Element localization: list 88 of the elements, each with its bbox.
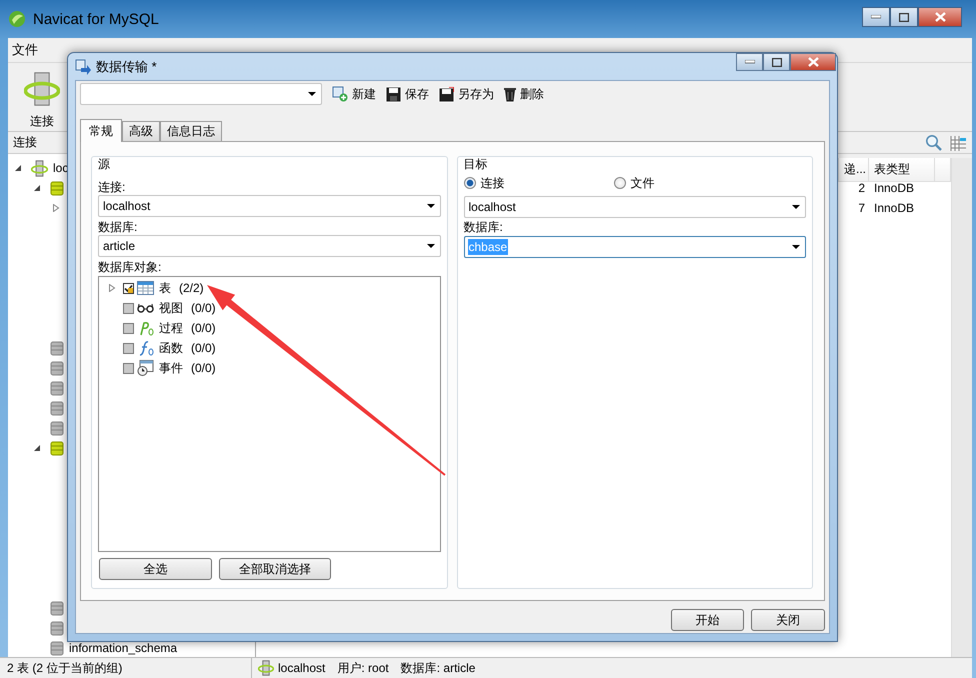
object-label[interactable]: 过程 xyxy=(159,320,183,336)
field-label: 连接: xyxy=(98,180,126,194)
calendar-clock-icon xyxy=(137,360,154,376)
caret-icon xyxy=(426,244,434,248)
checkbox[interactable] xyxy=(123,302,134,314)
caret-icon xyxy=(308,92,316,96)
object-count: (0/0) xyxy=(191,341,216,355)
status-database: 数据库: article xyxy=(400,660,476,676)
search-icon xyxy=(925,134,942,151)
object-label[interactable]: 表 xyxy=(159,280,171,296)
object-label[interactable]: 事件 xyxy=(159,360,183,376)
dialog-title: 数据传输 * xyxy=(96,58,157,76)
status-text: 2 表 (2 位于当前的组) xyxy=(7,660,124,676)
checkbox[interactable] xyxy=(123,282,134,294)
search-button[interactable] xyxy=(925,134,942,151)
object-label[interactable]: 视图 xyxy=(159,300,183,316)
tab[interactable]: 信息日志 xyxy=(160,121,222,141)
toolbar-button[interactable]: 保存 xyxy=(386,86,429,102)
maximize-icon xyxy=(772,58,782,66)
select-button[interactable]: 全部取消选择 xyxy=(219,558,331,580)
tree-item-label[interactable]: information_schema xyxy=(69,641,178,655)
close-icon xyxy=(808,57,818,67)
radio-button[interactable]: 文件 xyxy=(614,174,764,192)
pane-header: 连接 xyxy=(13,134,37,151)
table-icon xyxy=(137,281,154,295)
glasses-icon xyxy=(137,303,154,313)
minimize-button[interactable] xyxy=(736,53,763,71)
connect-button[interactable]: 连接 xyxy=(20,69,64,132)
minimize-button[interactable] xyxy=(862,7,890,27)
maximize-button[interactable] xyxy=(763,53,790,71)
radio-button[interactable]: 连接 xyxy=(464,174,614,192)
select-button[interactable]: 全选 xyxy=(99,558,212,580)
server-icon xyxy=(31,160,48,176)
table-cell-text: 7 xyxy=(857,200,866,217)
object-count: (2/2) xyxy=(179,281,204,295)
function-icon xyxy=(137,340,154,356)
menu-item[interactable]: 文件 xyxy=(12,41,38,59)
status-connection: localhost xyxy=(278,661,326,675)
toolbar-button[interactable]: 另存为 xyxy=(439,86,494,102)
transfer-icon xyxy=(75,58,91,74)
maximize-button[interactable] xyxy=(890,7,918,27)
checkbox[interactable] xyxy=(123,322,134,334)
table-cell-text: InnoDB xyxy=(873,180,916,197)
connection-dropdown[interactable]: localhost xyxy=(464,196,806,218)
caret-icon xyxy=(792,245,800,249)
group-legend: 源 xyxy=(98,157,440,171)
column-header[interactable]: 表类型 xyxy=(869,158,935,182)
status-user: 用户: root xyxy=(337,660,389,676)
column-header[interactable]: 递... xyxy=(839,158,869,182)
dialog-button[interactable]: 开始 xyxy=(671,609,744,631)
field-label: 数据库对象: xyxy=(98,260,162,274)
close-icon xyxy=(934,12,946,22)
object-label[interactable]: 函数 xyxy=(159,340,183,356)
toolbar-button[interactable]: 新建 xyxy=(332,86,376,102)
logo-icon xyxy=(8,10,26,28)
database-dropdown[interactable]: article xyxy=(98,235,440,257)
field-label: 数据库: xyxy=(464,220,504,234)
server-icon xyxy=(24,71,60,107)
tab[interactable]: 常规 xyxy=(80,119,122,142)
minimize-icon xyxy=(871,15,881,19)
maximize-icon xyxy=(899,12,909,22)
procedure-icon xyxy=(137,320,154,336)
caret-icon xyxy=(792,205,800,209)
group-legend: 目标 xyxy=(464,157,806,171)
field-label: 数据库: xyxy=(98,220,138,234)
checkbox[interactable] xyxy=(123,362,134,374)
new-icon xyxy=(332,86,348,102)
object-count: (0/0) xyxy=(191,301,216,315)
tab[interactable]: 高级 xyxy=(122,121,160,141)
minimize-icon xyxy=(744,60,754,64)
trash-icon xyxy=(504,86,516,102)
checkbox[interactable] xyxy=(123,342,134,354)
scrollbar[interactable] xyxy=(951,158,972,657)
close-button[interactable] xyxy=(918,7,962,27)
server-icon xyxy=(258,660,274,676)
grid-view-button[interactable] xyxy=(950,134,966,150)
object-count: (0/0) xyxy=(191,321,216,335)
column-header xyxy=(935,158,951,182)
toolbar-button[interactable]: 删除 xyxy=(504,86,544,102)
window-title: Navicat for MySQL xyxy=(33,10,159,28)
object-count: (0/0) xyxy=(191,361,216,375)
caret-icon xyxy=(426,204,434,208)
grid-icon xyxy=(950,134,966,150)
dialog-button[interactable]: 关闭 xyxy=(751,609,825,631)
table-cell-text: InnoDB xyxy=(873,200,916,217)
connection-dropdown[interactable]: localhost xyxy=(98,195,440,217)
close-button[interactable] xyxy=(790,53,836,71)
table-cell-text: 2 xyxy=(857,180,866,197)
